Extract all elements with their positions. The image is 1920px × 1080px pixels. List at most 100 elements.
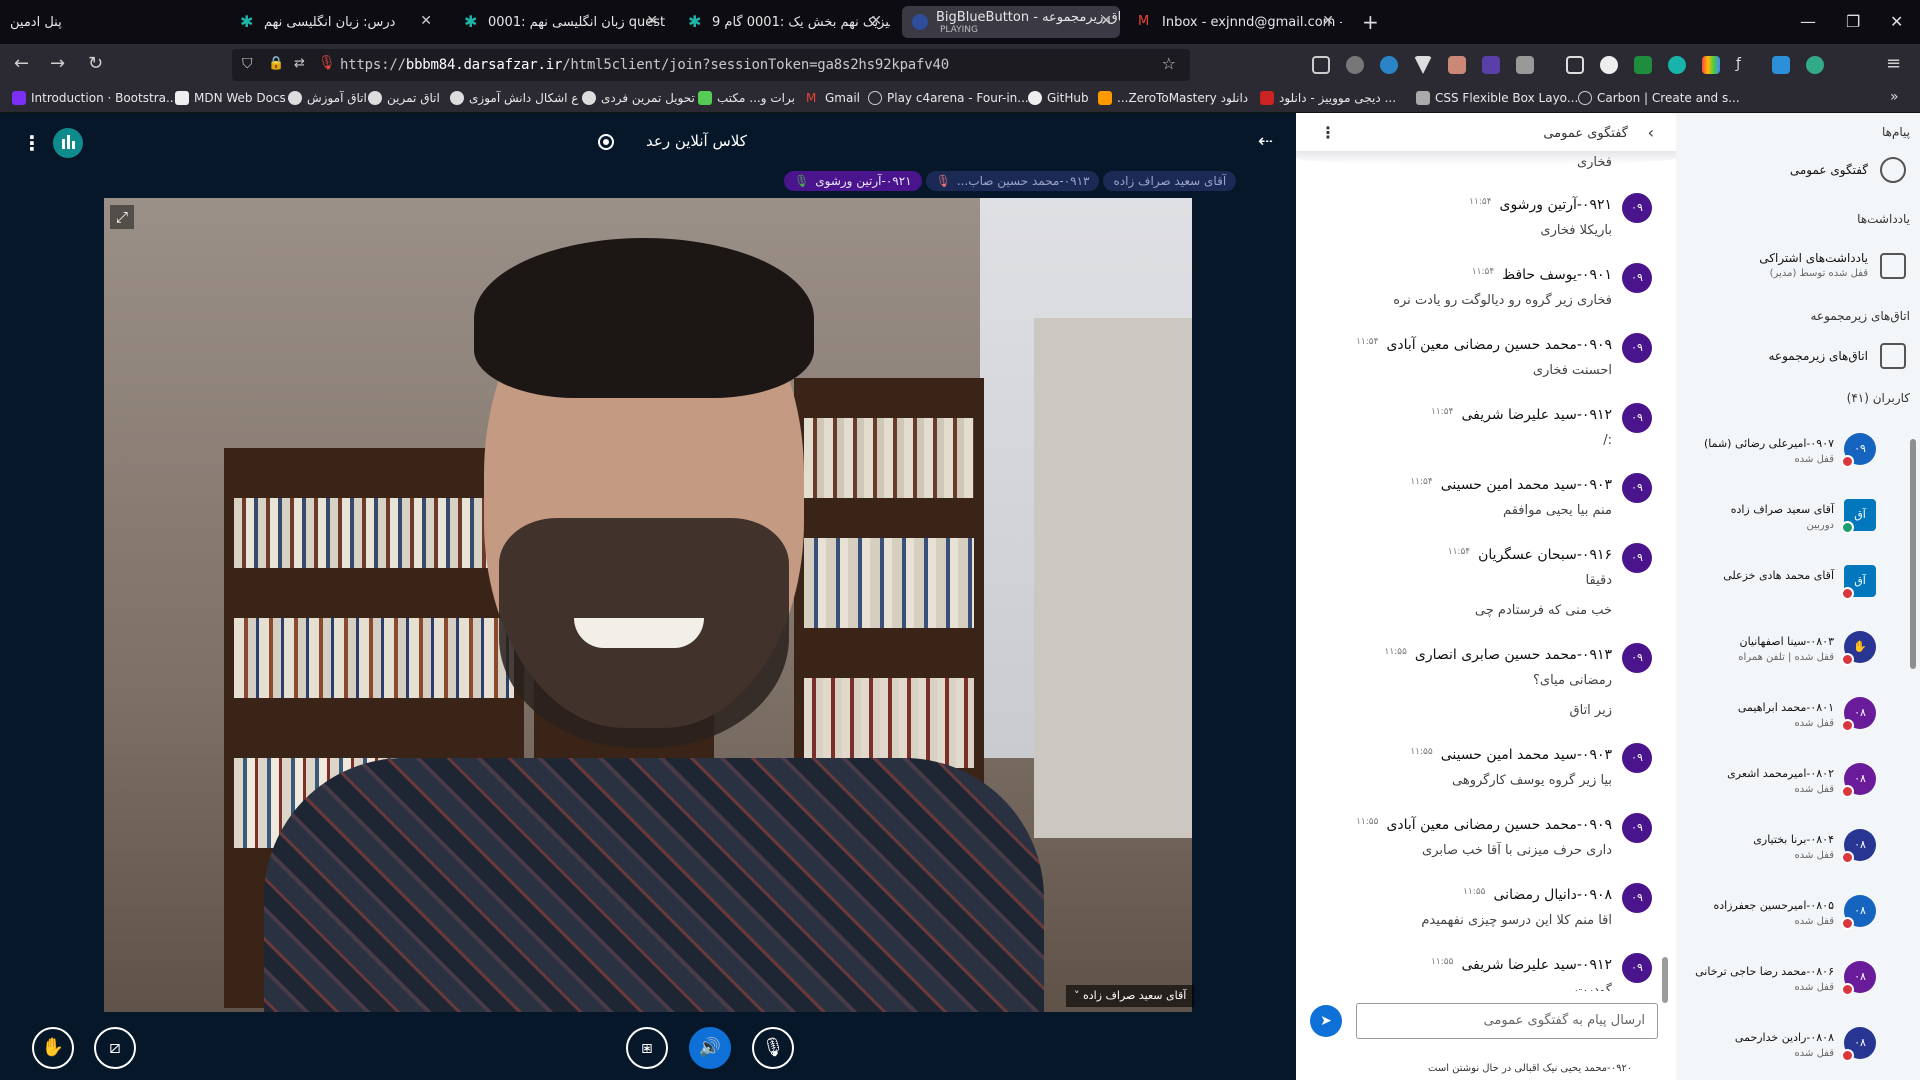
typing-indicator: ۰۹۲۰-محمد یحیی نیک اقبالی در حال نوشتن ا… bbox=[1428, 1063, 1633, 1074]
url-bar[interactable]: ⛉ 🔒 ⇄ 🎙 https://bbbm84.darsafzar.ir/html… bbox=[232, 49, 1190, 81]
reload-icon[interactable]: ↻ bbox=[88, 53, 103, 74]
pocket-icon[interactable] bbox=[1312, 56, 1330, 74]
toggle-userlist-icon[interactable]: ⇠ bbox=[1258, 131, 1273, 152]
audio-button[interactable]: 🔊 bbox=[689, 1027, 731, 1069]
tab-english-course[interactable]: ✱ درس: زبان انگلیسی نهم ✕ bbox=[230, 6, 440, 38]
chat-bubble-icon bbox=[1880, 157, 1906, 183]
chat-title[interactable]: گفتگوی عمومی bbox=[1543, 126, 1628, 141]
bookmark[interactable]: ع اشکال دانش آموزی bbox=[450, 91, 578, 105]
chat-scrollbar[interactable] bbox=[1662, 957, 1668, 1003]
close-tab-icon[interactable]: ✕ bbox=[870, 13, 882, 29]
user-name: ۰۸۰۴-برنا بختیاری bbox=[1753, 833, 1834, 846]
microphone-status-icon bbox=[1841, 521, 1854, 534]
excel-icon[interactable] bbox=[1634, 56, 1652, 74]
minimize-icon[interactable]: — bbox=[1800, 12, 1816, 31]
extension-icon[interactable] bbox=[1772, 56, 1790, 74]
tab-gmail[interactable]: M Inbox - exjnnd@gmail.com - G ✕ bbox=[1128, 6, 1342, 38]
talker-badge[interactable]: ۰۹۱۳-محمد حسین صاب... 🎙 bbox=[925, 171, 1100, 191]
send-message-button[interactable]: ➤ bbox=[1310, 1005, 1342, 1037]
extension-badge-icon[interactable] bbox=[1482, 56, 1500, 74]
chat-text: احسنت فخاری bbox=[1532, 363, 1612, 378]
shared-notes-status: قفل شده توسط (مدیر) bbox=[1769, 268, 1868, 279]
react-devtools-icon[interactable] bbox=[1380, 56, 1398, 74]
pen-icon[interactable] bbox=[1516, 56, 1534, 74]
extension-icon[interactable] bbox=[1448, 56, 1466, 74]
globe-icon bbox=[868, 91, 882, 105]
bookmark[interactable]: ...ZeroToMastery دانلود bbox=[1098, 91, 1248, 105]
talker-badge[interactable]: آقای سعید صراف زاده bbox=[1103, 171, 1237, 191]
moodle-icon: ✱ bbox=[688, 12, 702, 31]
bookmark[interactable]: دیجی مووییز - دانلود ... bbox=[1260, 91, 1396, 105]
permissions-icon[interactable]: ⇄ bbox=[294, 56, 305, 71]
menu-icon[interactable]: ≡ bbox=[1886, 53, 1901, 74]
bookmark[interactable]: Carbon | Create and s... bbox=[1578, 91, 1740, 105]
bookmark[interactable]: MDN Web Docs bbox=[175, 91, 286, 105]
extension-icon[interactable] bbox=[1702, 56, 1720, 74]
extension-icon[interactable] bbox=[1668, 56, 1686, 74]
tab-physics[interactable]: ✱ فیزیک نهم بخش یک :0001 گام 9 ✕ bbox=[678, 6, 890, 38]
bookmark[interactable]: اتاق آموزش bbox=[288, 91, 367, 105]
user-status: قفل شده bbox=[1794, 916, 1834, 927]
close-tab-icon[interactable]: ✕ bbox=[1322, 13, 1334, 29]
forward-icon[interactable]: → bbox=[50, 53, 65, 74]
raise-hand-button[interactable]: ✋ bbox=[32, 1027, 74, 1069]
user-name: ۰۸۰۸-رادین خدارحمی bbox=[1734, 1031, 1834, 1044]
shield-icon[interactable]: ⛉ bbox=[242, 56, 253, 72]
new-tab-icon[interactable]: + bbox=[1362, 10, 1379, 34]
moodle-icon: ✱ bbox=[464, 12, 478, 31]
chat-text: زیر اتاق bbox=[1569, 703, 1612, 718]
bookmark[interactable]: GitHub bbox=[1028, 91, 1089, 105]
tab-english-questions[interactable]: ✱ زبان انگلیسی نهم :0001 questions ✕ bbox=[454, 6, 666, 38]
options-menu-icon[interactable]: ⋮ bbox=[22, 131, 42, 155]
tab-admin-panel[interactable]: پنل ادمین bbox=[0, 6, 70, 38]
talker-badge[interactable]: ۰۹۲۱-آرتین ورشوی 🎙 bbox=[784, 171, 922, 191]
user-status: قفل شده bbox=[1794, 982, 1834, 993]
avatar: ۰۹ bbox=[1622, 643, 1652, 673]
extension-icon[interactable] bbox=[1600, 56, 1618, 74]
bookmark[interactable]: تحویل تمرین فردی bbox=[582, 91, 695, 105]
muted-status-icon bbox=[1841, 785, 1854, 798]
lock-icon[interactable]: 🔒 bbox=[268, 56, 284, 71]
tab-bigbluebutton[interactable]: BigBlueButton - اتاق زیرمجموعه PLAYING ✕ bbox=[902, 6, 1120, 38]
chat-author: ۰۹۰۸-دانیال رمضانی bbox=[1493, 887, 1613, 903]
bookmark[interactable]: Play c4arena - Four-in... bbox=[868, 91, 1029, 105]
bookmark[interactable]: اتاق تمرین bbox=[368, 91, 440, 105]
webcam-name-tag[interactable]: آقای سعید صراف زاده ˅ bbox=[1066, 985, 1195, 1007]
close-window-icon[interactable]: ✕ bbox=[1890, 12, 1903, 31]
chat-text: گودرت bbox=[1574, 983, 1612, 991]
recording-indicator-icon[interactable] bbox=[598, 134, 614, 150]
more-bookmarks-icon[interactable]: » bbox=[1890, 89, 1899, 105]
url-text[interactable]: https://bbbm84.darsafzar.ir/html5client/… bbox=[340, 57, 949, 73]
crop-icon[interactable] bbox=[1566, 56, 1584, 74]
camera-button[interactable]: ⧆ bbox=[626, 1027, 668, 1069]
chat-message-input[interactable]: ارسال پیام به گفتگوی عمومی bbox=[1356, 1003, 1658, 1039]
screen-share-button[interactable]: ⧄ bbox=[94, 1027, 136, 1069]
function-icon[interactable]: ƒ bbox=[1736, 56, 1754, 74]
tab-title: درس: زبان انگلیسی نهم bbox=[264, 14, 396, 30]
restore-icon[interactable]: ❐ bbox=[1846, 12, 1860, 31]
extension-icon[interactable] bbox=[1806, 56, 1824, 74]
fullscreen-icon[interactable]: ⤢ bbox=[110, 205, 134, 229]
bookmark[interactable]: CSS Flexible Box Layo... bbox=[1416, 91, 1578, 105]
chat-author: ۰۹۱۳-محمد حسین صابری انصاری bbox=[1414, 647, 1612, 663]
userlist-scrollbar[interactable] bbox=[1910, 439, 1916, 669]
bookmark[interactable]: Introduction · Bootstra... bbox=[12, 91, 177, 105]
bookmark[interactable]: M Gmail bbox=[806, 91, 860, 105]
back-icon[interactable]: ← bbox=[14, 53, 29, 74]
notes-heading: یادداشت‌ها bbox=[1857, 212, 1910, 226]
close-tab-icon[interactable]: ✕ bbox=[420, 13, 432, 29]
bookmark[interactable]: برات و... مکتب bbox=[698, 91, 795, 105]
chat-options-icon[interactable]: ⋮ bbox=[1320, 123, 1336, 142]
avatar: ۰۹ bbox=[1622, 543, 1652, 573]
close-tab-icon[interactable]: ✕ bbox=[646, 13, 658, 29]
bookmark-star-icon[interactable]: ☆ bbox=[1162, 54, 1176, 73]
microphone-active-icon[interactable]: 🎙 bbox=[318, 55, 336, 71]
chevron-left-icon[interactable]: ‹ bbox=[1648, 123, 1654, 142]
vue-devtools-icon[interactable] bbox=[1414, 56, 1432, 74]
connection-status-icon[interactable] bbox=[53, 128, 83, 158]
webcam-video[interactable] bbox=[104, 198, 1192, 1012]
extension-icon[interactable] bbox=[1346, 56, 1364, 74]
microphone-button[interactable]: 🎙 bbox=[752, 1027, 794, 1069]
user-name: ۰۸۰۳-سینا اصفهانیان bbox=[1739, 635, 1834, 648]
close-tab-icon[interactable]: ✕ bbox=[1100, 13, 1112, 29]
